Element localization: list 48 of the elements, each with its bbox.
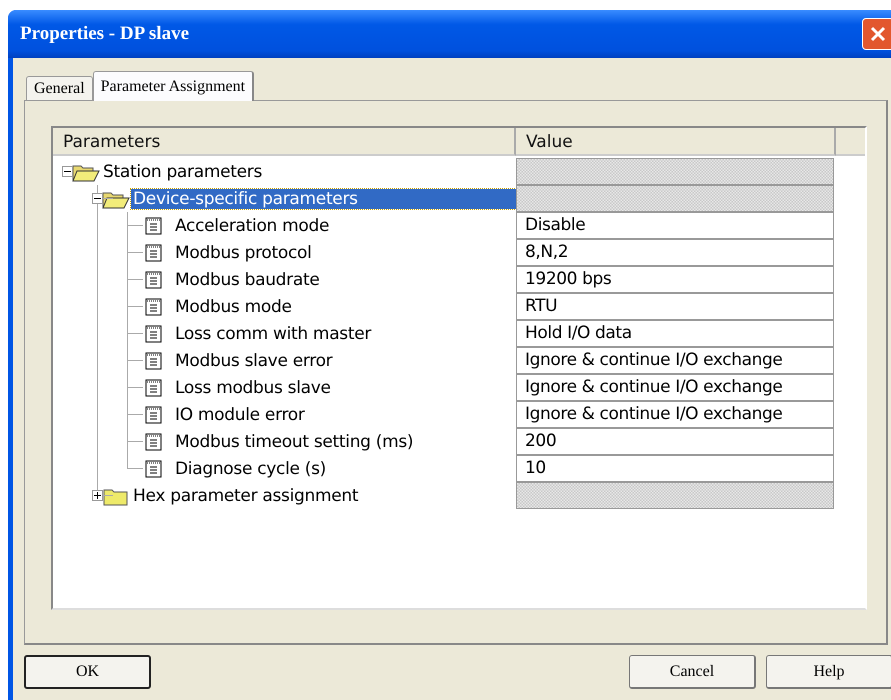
value-cell[interactable]: RTU xyxy=(516,293,834,320)
plus-icon xyxy=(93,491,102,500)
document-icon xyxy=(144,378,164,398)
document-icon xyxy=(144,432,164,452)
tree-item[interactable]: Modbus baudrate xyxy=(173,270,322,290)
value-cell[interactable]: Ignore & continue I/O exchange xyxy=(516,374,834,401)
tree-item[interactable]: Modbus timeout setting (ms) xyxy=(173,432,416,452)
column-header[interactable]: Value xyxy=(516,128,836,156)
value-cell[interactable]: Ignore & continue I/O exchange xyxy=(516,347,834,374)
value-cell[interactable]: Hold I/O data xyxy=(516,320,834,347)
tree-item[interactable]: Hex parameter assignment xyxy=(131,486,360,506)
tree-item[interactable]: Modbus slave error xyxy=(173,350,334,370)
close-button[interactable] xyxy=(862,18,891,50)
expand-toggle[interactable] xyxy=(92,490,103,501)
close-icon xyxy=(868,24,888,44)
tab[interactable]: General xyxy=(26,76,93,100)
tree-item[interactable]: Modbus protocol xyxy=(173,242,314,262)
document-icon xyxy=(144,324,164,344)
expand-toggle[interactable] xyxy=(62,166,73,177)
column-header[interactable]: Parameters xyxy=(53,128,516,156)
document-icon xyxy=(144,270,164,290)
tab[interactable]: Parameter Assignment xyxy=(92,71,254,101)
tree-item[interactable]: Device-specific parameters xyxy=(131,188,516,208)
tree-item[interactable]: Loss modbus slave xyxy=(173,378,333,398)
value-cell[interactable]: Disable xyxy=(516,212,834,239)
dialog-button[interactable]: OK xyxy=(24,655,151,689)
document-icon xyxy=(144,350,164,370)
tree-item[interactable]: Modbus mode xyxy=(173,296,294,316)
value-cell[interactable]: 19200 bps xyxy=(516,266,834,293)
tree-item[interactable]: Acceleration mode xyxy=(173,216,332,236)
document-icon xyxy=(144,404,164,424)
window-title: Properties - DP slave xyxy=(20,23,190,45)
document-icon xyxy=(144,296,164,316)
dialog-button[interactable]: Cancel xyxy=(629,655,756,689)
value-cell[interactable]: 200 xyxy=(516,428,834,455)
document-icon xyxy=(144,216,164,236)
document-icon xyxy=(144,458,164,478)
document-icon xyxy=(144,242,164,262)
tree-item[interactable]: Station parameters xyxy=(101,162,264,182)
expand-toggle[interactable] xyxy=(92,193,103,204)
value-cell[interactable]: 10 xyxy=(516,455,834,482)
dialog-button[interactable]: Help xyxy=(766,655,891,689)
tree-item[interactable]: IO module error xyxy=(173,404,307,424)
value-cell[interactable]: 8,N,2 xyxy=(516,239,834,266)
value-cell[interactable]: Ignore & continue I/O exchange xyxy=(516,401,834,428)
tree-item[interactable]: Diagnose cycle (s) xyxy=(173,458,328,478)
tree-item[interactable]: Loss comm with master xyxy=(173,324,374,344)
column-header xyxy=(836,128,865,156)
